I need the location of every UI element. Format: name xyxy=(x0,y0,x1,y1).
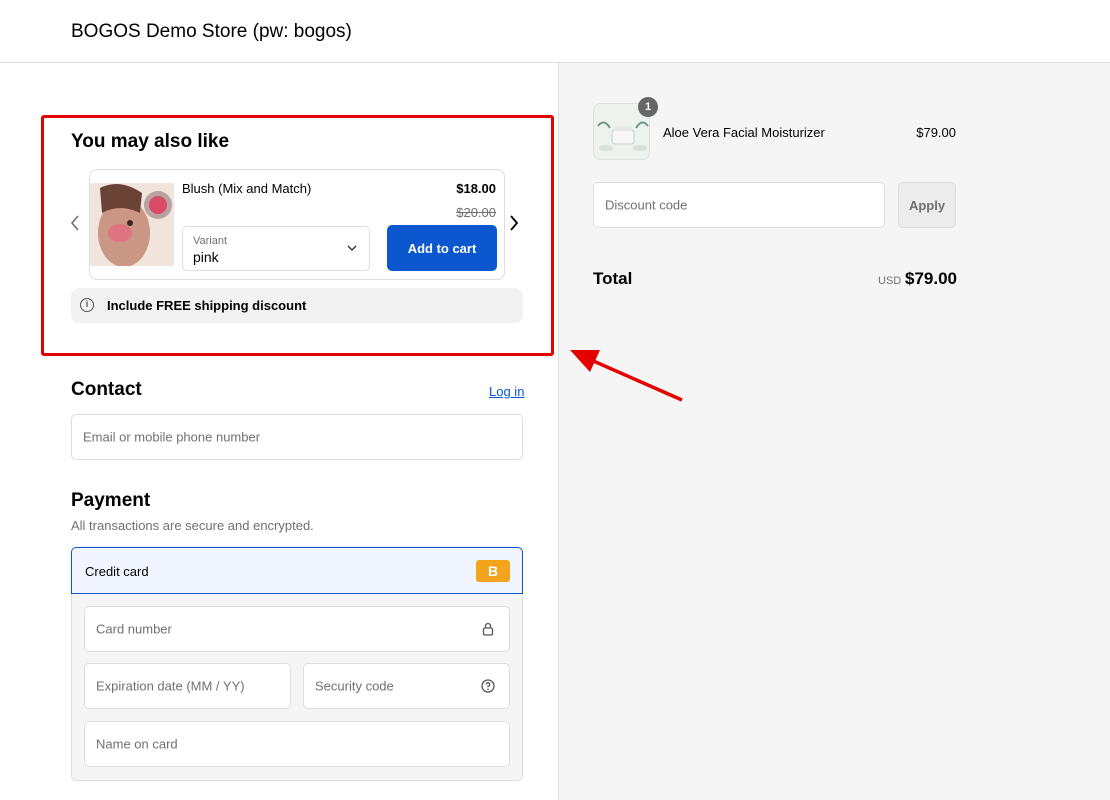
expiry-field[interactable]: Expiration date (MM / YY) xyxy=(84,663,291,709)
total-value: $79.00 xyxy=(905,269,957,288)
name-on-card-field[interactable]: Name on card xyxy=(84,721,510,767)
apply-discount-button[interactable]: Apply xyxy=(898,182,956,228)
payment-title: Payment xyxy=(71,490,151,511)
credit-card-option[interactable]: Credit card B xyxy=(71,547,523,594)
quantity-badge: 1 xyxy=(638,97,658,117)
expiry-placeholder: Expiration date (MM / YY) xyxy=(96,678,245,694)
highlight-frame xyxy=(41,115,554,356)
card-number-placeholder: Card number xyxy=(96,621,172,637)
credit-card-form: Card number Expiration date (MM / YY) Se… xyxy=(71,594,523,781)
name-on-card-placeholder: Name on card xyxy=(96,736,178,752)
discount-placeholder: Discount code xyxy=(605,197,688,213)
help-icon[interactable] xyxy=(481,679,495,693)
cart-item-price: $79.00 xyxy=(916,125,956,140)
card-brand-badge: B xyxy=(476,560,510,582)
contact-title: Contact xyxy=(71,379,142,400)
cart-item-name: Aloe Vera Facial Moisturizer xyxy=(663,125,825,140)
email-field[interactable]: Email or mobile phone number xyxy=(71,414,523,460)
order-summary-panel xyxy=(558,63,1110,800)
annotation-arrow-icon xyxy=(570,350,683,402)
login-link[interactable]: Log in xyxy=(489,384,524,399)
total-currency: USD xyxy=(878,275,902,287)
total-label: Total xyxy=(593,269,633,288)
discount-code-field[interactable]: Discount code xyxy=(593,182,885,228)
credit-card-label: Credit card xyxy=(85,564,149,579)
store-name[interactable]: BOGOS Demo Store (pw: bogos) xyxy=(71,21,352,43)
card-number-field[interactable]: Card number xyxy=(84,606,510,652)
payment-subtitle: All transactions are secure and encrypte… xyxy=(71,518,314,533)
security-code-field[interactable]: Security code xyxy=(303,663,510,709)
lock-icon xyxy=(482,622,494,636)
email-placeholder: Email or mobile phone number xyxy=(83,429,261,445)
security-code-placeholder: Security code xyxy=(315,678,394,694)
header: BOGOS Demo Store (pw: bogos) xyxy=(0,0,1110,63)
